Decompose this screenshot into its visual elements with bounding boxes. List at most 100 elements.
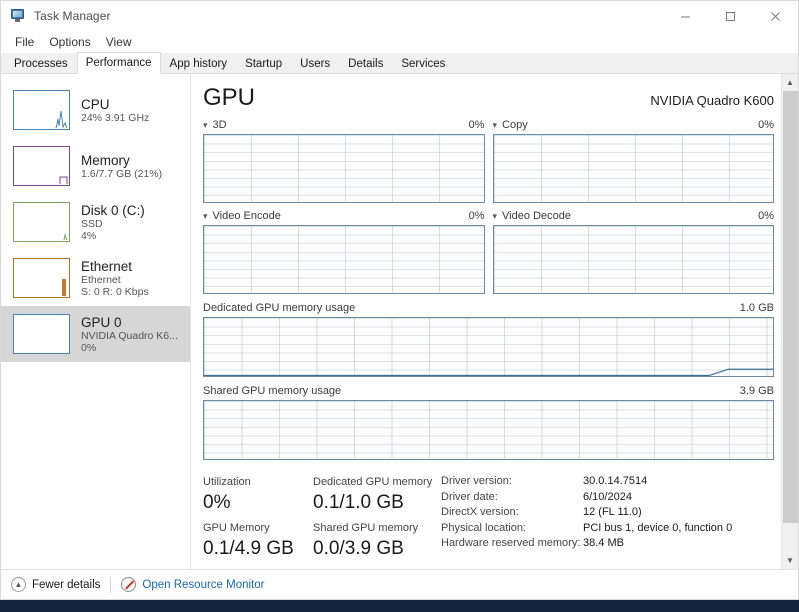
engine-graph-video-decode <box>492 225 774 294</box>
scroll-up-icon[interactable]: ▲ <box>782 74 799 91</box>
shared-memory-label: Shared GPU memory usage <box>203 385 342 397</box>
sidebar-item-gpu[interactable]: GPU 0 NVIDIA Quadro K6... 0% <box>1 306 190 362</box>
engine-label: Copy <box>502 119 528 131</box>
gpu-stats: Utilization 0% GPU Memory 0.1/4.9 GB Ded… <box>203 474 798 566</box>
sidebar-item-sub2: 0% <box>81 341 97 354</box>
menu-item-view[interactable]: View <box>100 33 141 51</box>
driver-info-keys: Driver version: Driver date: DirectX ver… <box>441 474 583 566</box>
driver-key: DirectX version: <box>441 506 519 519</box>
driver-info: Driver version: Driver date: DirectX ver… <box>433 474 778 566</box>
gpu-model-name: NVIDIA Quadro K600 <box>650 93 774 108</box>
engine-graph-video-encode <box>203 225 485 294</box>
engine-graph-copy <box>492 134 774 203</box>
cpu-sparkline-icon <box>55 110 68 129</box>
stat-label: GPU Memory <box>203 522 270 534</box>
stat-group-memory: Dedicated GPU memory 0.1/1.0 GB Shared G… <box>313 474 433 566</box>
driver-value: 38.4 MB <box>583 537 624 550</box>
stat-value: 0% <box>203 492 231 513</box>
task-manager-window: Task Manager File Options View Processes… <box>0 0 799 600</box>
menu-bar: File Options View <box>1 31 798 53</box>
sidebar-item-sub1: Ethernet <box>81 273 121 286</box>
sidebar-item-label: GPU 0 <box>81 314 122 330</box>
engine-graph-3d <box>203 134 485 203</box>
stat-label: Utilization <box>203 476 251 488</box>
shared-memory-max: 3.9 GB <box>739 385 774 397</box>
sidebar-item-sub1: NVIDIA Quadro K6... <box>81 329 178 342</box>
minimize-button[interactable] <box>663 1 708 31</box>
window-controls <box>663 1 798 31</box>
driver-value: 6/10/2024 <box>583 490 632 503</box>
sidebar-item-label: Disk 0 (C:) <box>81 202 145 218</box>
chevron-down-icon[interactable]: ▾ <box>493 211 498 221</box>
dedicated-memory-graph <box>203 317 774 377</box>
driver-value: 12 (FL 11.0) <box>583 506 642 519</box>
tab-services[interactable]: Services <box>392 53 454 73</box>
scrollbar-track[interactable] <box>782 91 799 552</box>
tab-startup[interactable]: Startup <box>236 53 291 73</box>
chevron-up-icon: ▲ <box>11 577 26 592</box>
tab-processes[interactable]: Processes <box>5 53 77 73</box>
disk-sparkline-icon <box>63 233 68 241</box>
engine-label: 3D <box>212 119 227 131</box>
chevron-down-icon[interactable]: ▾ <box>203 211 208 221</box>
stat-value: 0.0/3.9 GB <box>313 538 404 559</box>
sidebar-item-sub2: 4% <box>81 229 97 242</box>
close-button[interactable] <box>753 1 798 31</box>
vertical-scrollbar[interactable]: ▲ ▼ <box>781 74 798 569</box>
engine-panel-3d: ▾ 3D 0% <box>203 118 485 203</box>
maximize-button[interactable] <box>708 1 753 31</box>
memory-thumbnail <box>13 146 70 186</box>
driver-info-values: 30.0.14.7514 6/10/2024 12 (FL 11.0) PCI … <box>583 474 732 566</box>
menu-item-file[interactable]: File <box>9 33 43 51</box>
status-divider <box>110 576 112 593</box>
tab-strip: Processes Performance App history Startu… <box>1 52 798 74</box>
engine-value: 0% <box>468 119 485 131</box>
fewer-details-label: Fewer details <box>32 578 101 591</box>
engine-value: 0% <box>758 119 774 131</box>
dedicated-memory-line <box>204 318 773 376</box>
engine-value: 0% <box>468 210 485 222</box>
content-area: CPU 24% 3.91 GHz Memory 1.6/7.7 GB (21%) <box>1 74 798 569</box>
gpu-thumbnail <box>13 314 70 354</box>
sidebar-item-disk[interactable]: Disk 0 (C:) SSD 4% <box>1 194 190 250</box>
sidebar-item-ethernet[interactable]: Ethernet Ethernet S: 0 R: 0 Kbps <box>1 250 190 306</box>
sidebar-item-sub2: S: 0 R: 0 Kbps <box>81 285 149 298</box>
scroll-down-icon[interactable]: ▼ <box>782 552 799 569</box>
tab-app-history[interactable]: App history <box>161 53 237 73</box>
engine-panel-video-decode: ▾ Video Decode 0% <box>492 209 774 294</box>
resource-monitor-icon <box>121 577 137 592</box>
open-resource-monitor-link[interactable]: Open Resource Monitor <box>121 577 264 592</box>
disk-thumbnail <box>13 202 70 242</box>
tab-details[interactable]: Details <box>339 53 392 73</box>
dedicated-memory-block: Dedicated GPU memory usage 1.0 GB <box>203 301 798 377</box>
menu-item-options[interactable]: Options <box>43 33 99 51</box>
driver-key: Driver date: <box>441 490 498 503</box>
sidebar-item-sub1: 1.6/7.7 GB (21%) <box>81 167 163 180</box>
chevron-down-icon[interactable]: ▾ <box>493 120 498 130</box>
cpu-thumbnail <box>13 90 70 130</box>
sidebar-item-sub1: SSD <box>81 217 103 230</box>
sidebar-item-memory[interactable]: Memory 1.6/7.7 GB (21%) <box>1 138 190 194</box>
sidebar-item-label: CPU <box>81 96 110 112</box>
driver-key: Physical location: <box>441 521 526 534</box>
engine-panel-copy: ▾ Copy 0% <box>492 118 774 203</box>
title-bar: Task Manager <box>1 1 798 31</box>
engine-row-1: ▾ 3D 0% ▾ Copy 0% <box>203 118 798 203</box>
fewer-details-button[interactable]: ▲ Fewer details <box>11 577 100 592</box>
driver-value: PCI bus 1, device 0, function 0 <box>583 521 733 534</box>
engine-panel-video-encode: ▾ Video Encode 0% <box>203 209 485 294</box>
driver-key: Hardware reserved memory: <box>441 537 581 550</box>
resource-sidebar: CPU 24% 3.91 GHz Memory 1.6/7.7 GB (21%) <box>1 74 191 569</box>
sidebar-item-cpu[interactable]: CPU 24% 3.91 GHz <box>1 82 190 138</box>
ethernet-sparkline-icon <box>62 279 66 296</box>
chevron-down-icon[interactable]: ▾ <box>203 120 208 130</box>
memory-sparkline-icon <box>59 176 68 184</box>
stat-value: 0.1/4.9 GB <box>203 538 294 559</box>
shared-memory-block: Shared GPU memory usage 3.9 GB <box>203 384 798 460</box>
tab-users[interactable]: Users <box>291 53 339 73</box>
scrollbar-thumb[interactable] <box>782 91 798 523</box>
engine-value: 0% <box>758 210 774 222</box>
tab-performance[interactable]: Performance <box>76 52 161 74</box>
stat-label: Shared GPU memory <box>313 522 419 534</box>
page-title: GPU <box>203 84 256 111</box>
